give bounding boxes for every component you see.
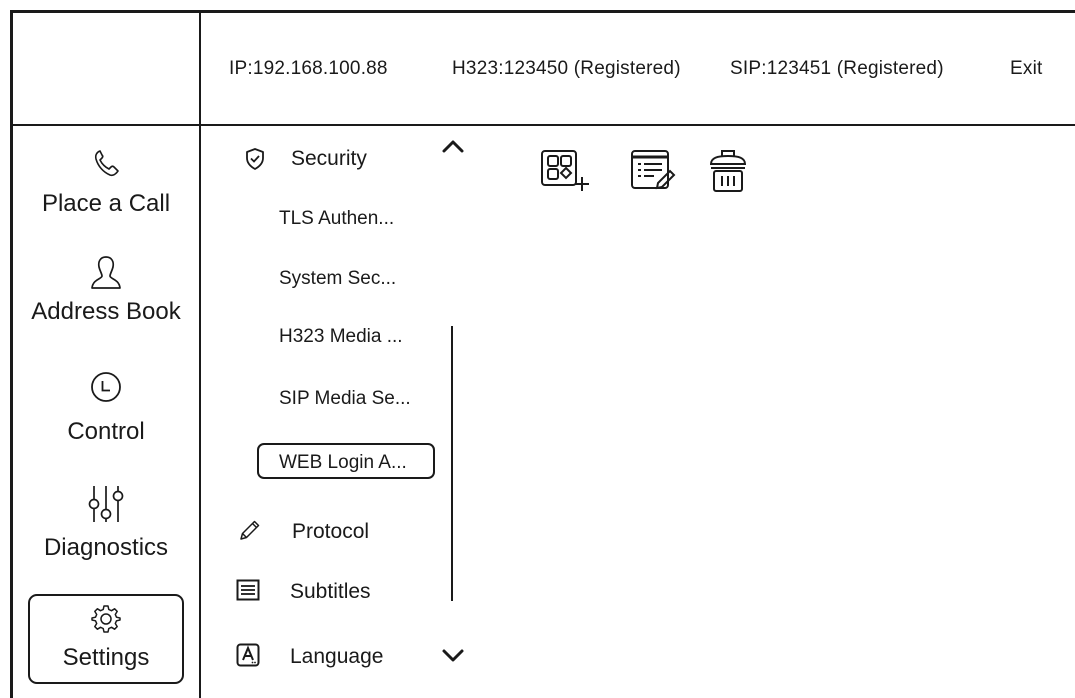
tree-subitem-web-login[interactable]: WEB Login A...: [257, 443, 435, 479]
tree-item-subtitles[interactable]: Subtitles: [236, 578, 371, 603]
scrollbar[interactable]: [451, 326, 453, 601]
tree-subitem-system-security[interactable]: System Sec...: [279, 268, 396, 290]
tree-item-security[interactable]: Security: [243, 147, 367, 171]
nav-label: Address Book: [31, 298, 181, 325]
clock-icon: [91, 372, 121, 402]
tree-item-protocol[interactable]: Protocol: [238, 518, 369, 543]
edit-list-icon[interactable]: [630, 148, 678, 194]
nav-label: Place a Call: [41, 190, 171, 217]
chevron-up-icon[interactable]: [441, 139, 465, 155]
trash-icon[interactable]: [709, 148, 747, 194]
sidebar-divider: [199, 10, 201, 698]
phone-icon: [94, 150, 119, 177]
tree-item-label: Security: [291, 147, 367, 170]
exit-button[interactable]: Exit: [1010, 58, 1042, 80]
nav-label: Control: [67, 418, 145, 445]
nav-diagnostics[interactable]: Diagnostics: [14, 484, 198, 560]
language-icon: [236, 643, 260, 667]
nav-settings[interactable]: Settings: [28, 594, 184, 684]
nav-place-a-call[interactable]: Place a Call: [14, 148, 198, 216]
tree-item-label: Protocol: [292, 520, 370, 543]
tree-subitem-h323-media[interactable]: H323 Media ...: [279, 326, 403, 348]
nav-label: Settings: [62, 644, 150, 671]
nav-address-book[interactable]: Address Book: [14, 254, 198, 324]
sip-status-text: SIP:123451 (Registered): [730, 58, 944, 79]
app-window: IP:192.168.100.88 H323:123450 (Registere…: [0, 0, 1075, 698]
frame-left-border: [10, 10, 13, 698]
gear-icon: [91, 605, 121, 633]
frame-top-border: [10, 10, 1075, 13]
h323-status-text: H323:123450 (Registered): [452, 58, 681, 79]
nav-label: Diagnostics: [43, 534, 169, 561]
tree-item-language[interactable]: Language: [236, 643, 383, 668]
tree-subitem-sip-media[interactable]: SIP Media Se...: [279, 388, 411, 410]
add-grid-icon[interactable]: [540, 148, 590, 194]
shield-check-icon: [246, 148, 264, 170]
pencil-icon: [240, 520, 260, 540]
sliders-icon: [88, 486, 124, 522]
ip-address-text: IP:192.168.100.88: [229, 58, 388, 79]
nav-control[interactable]: Control: [14, 370, 198, 444]
header-divider: [10, 124, 1075, 126]
person-icon: [91, 256, 121, 289]
tree-subitem-tls[interactable]: TLS Authen...: [279, 208, 394, 230]
tree-item-label: Subtitles: [290, 580, 371, 603]
tree-item-label: Language: [290, 645, 384, 668]
text-lines-icon: [236, 579, 260, 601]
chevron-down-icon[interactable]: [441, 647, 465, 663]
